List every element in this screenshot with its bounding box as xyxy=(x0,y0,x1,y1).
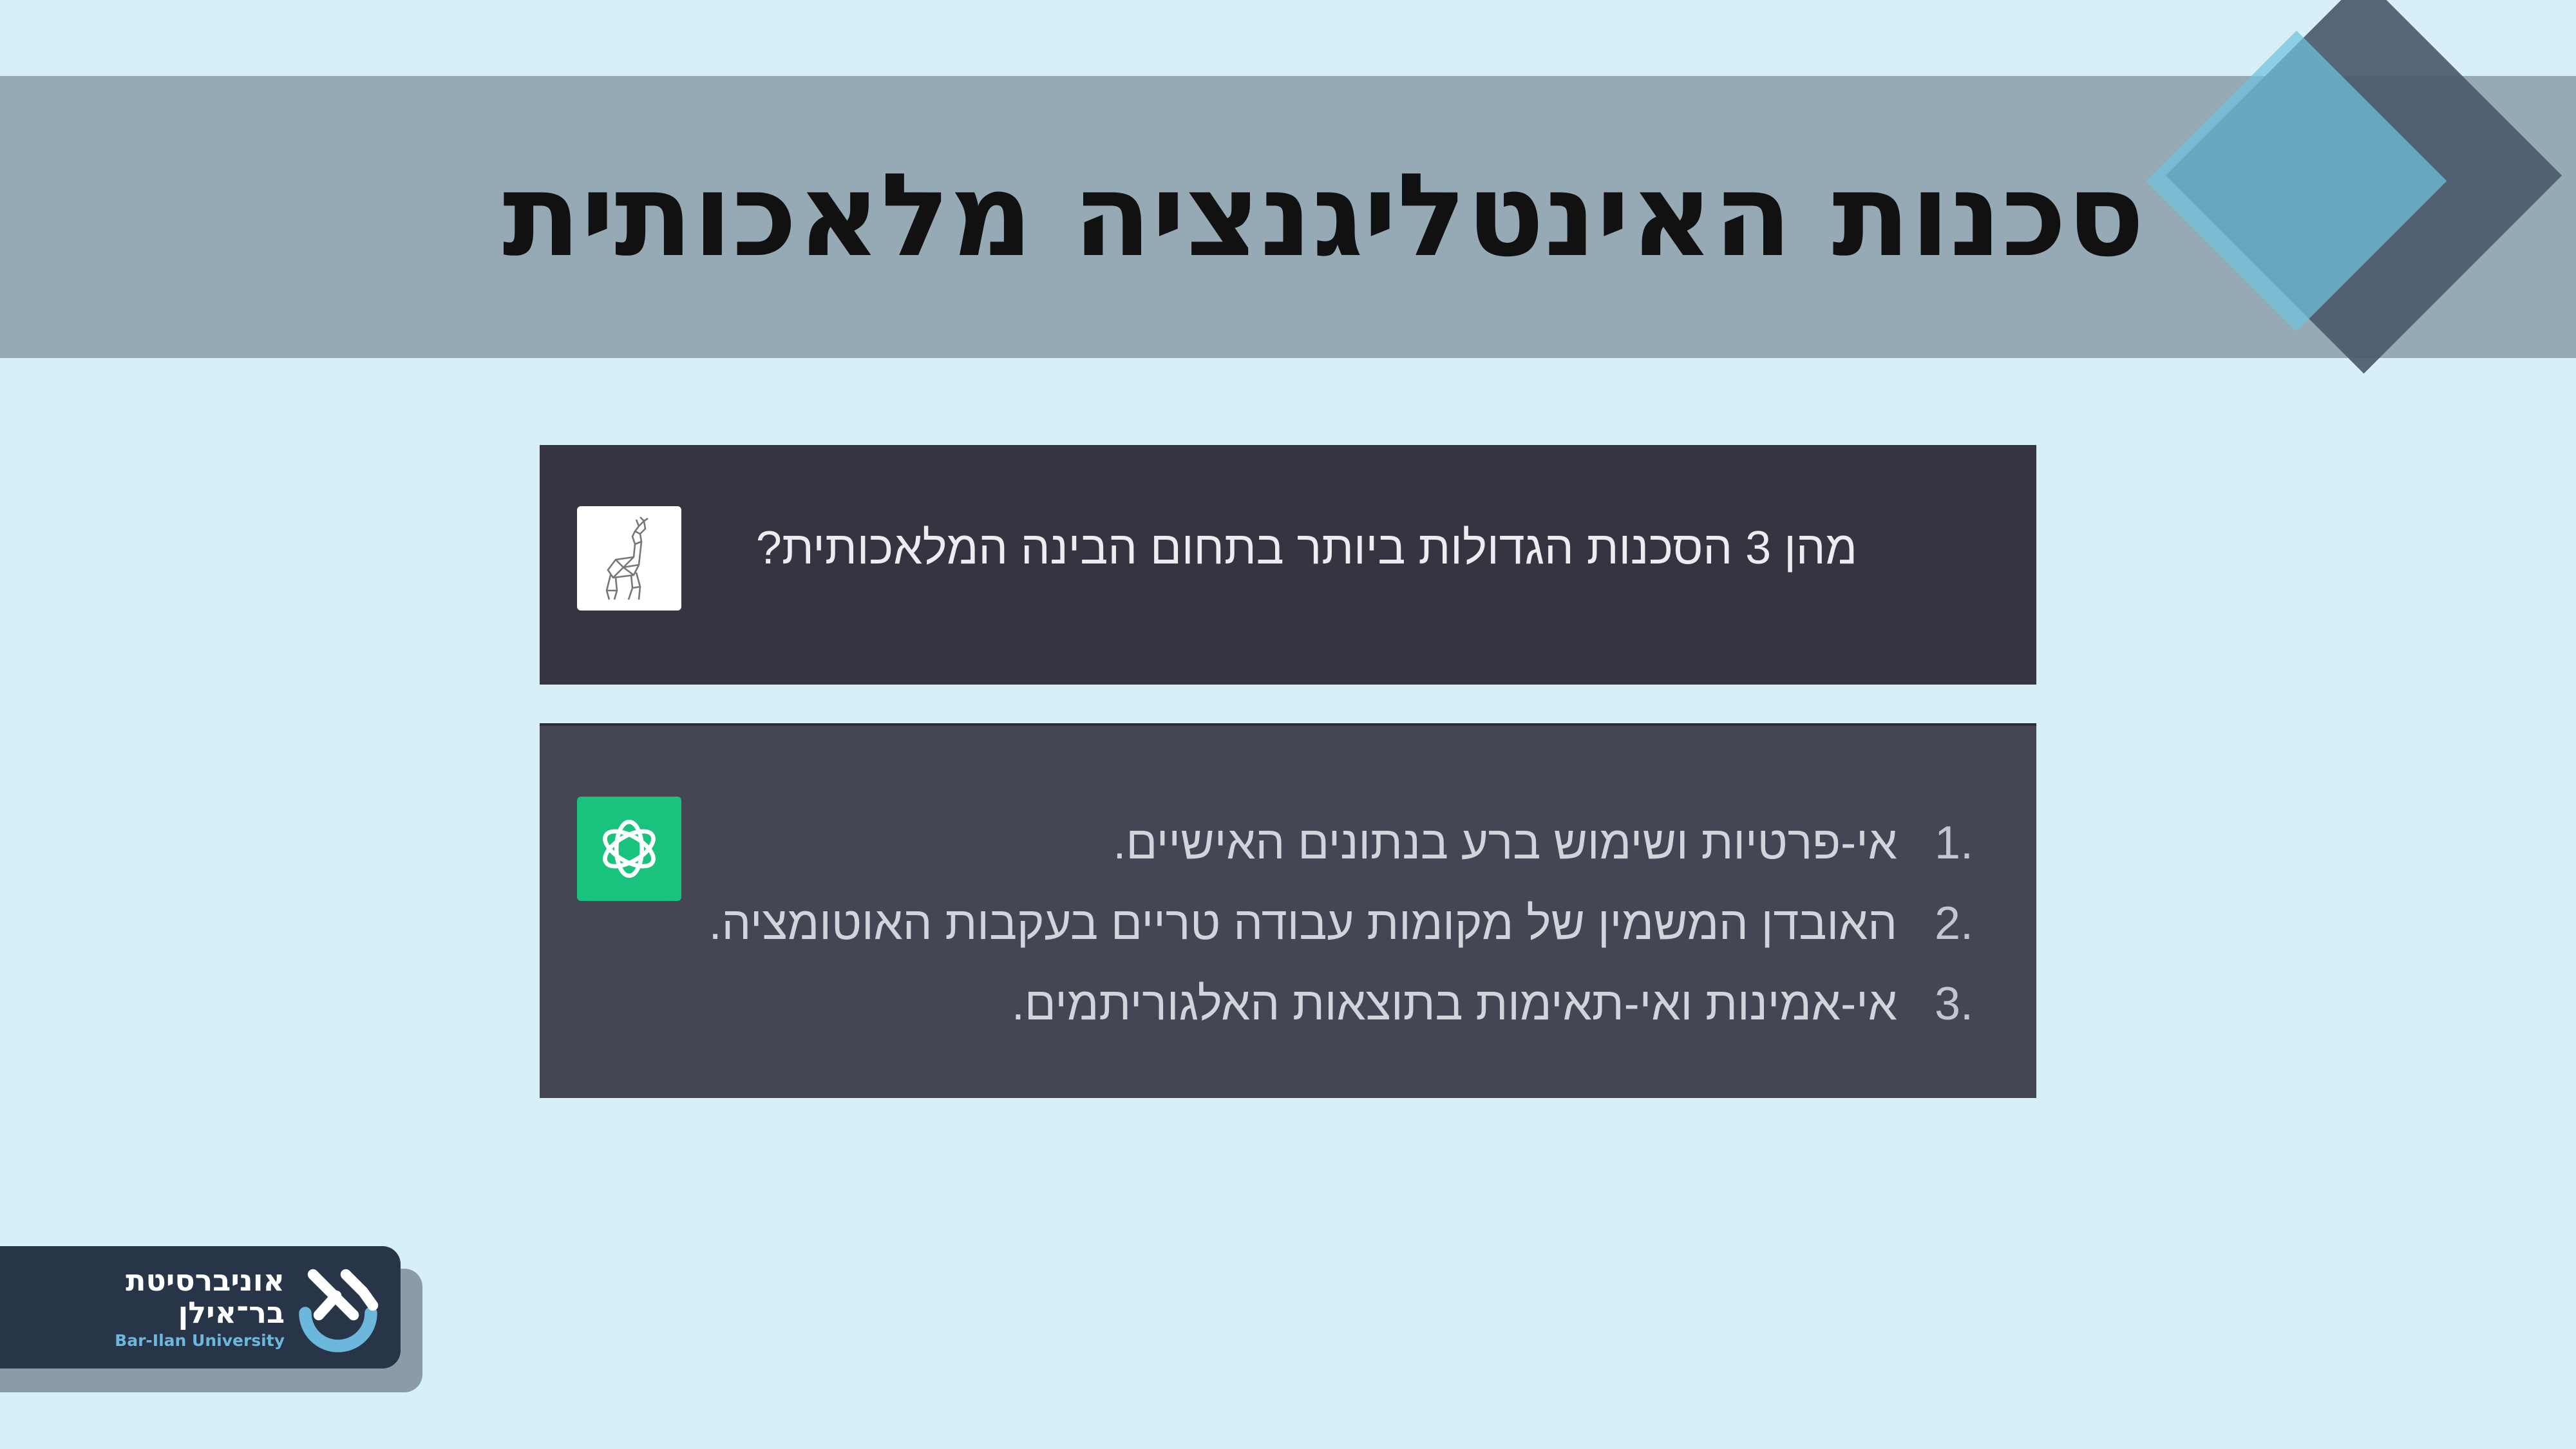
logo-name-line1: אוניברסיטת xyxy=(126,1263,285,1298)
logo-name-line2: בר־אילן xyxy=(178,1295,285,1330)
bar-ilan-logo: אוניברסיטת בר־אילן Bar-Ilan University xyxy=(0,1246,401,1368)
answer-item-text: אי-פרטיות ושימוש ברע בנתונים האישיים. xyxy=(1113,817,1897,869)
answer-item: האובדן המשמין של מקומות עבודה טריים בעקב… xyxy=(709,884,1973,964)
answer-item-number: 1. xyxy=(1934,817,1973,869)
question-text: מהן 3 הסכנות הגדולות ביותר בתחום הבינה ה… xyxy=(755,522,1857,574)
answer-item: אי-פרטיות ושימוש ברע בנתונים האישיים. 1. xyxy=(709,803,1973,884)
answer-item-text: אי-אמינות ואי-תאימות בתוצאות האלגוריתמים… xyxy=(1011,978,1897,1030)
slide-title: סכנות האינטליגנציה מלאכותית xyxy=(502,149,2145,282)
logo-text: אוניברסיטת בר־אילן Bar-Ilan University xyxy=(115,1264,285,1353)
answer-item-text: האובדן המשמין של מקומות עבודה טריים בעקב… xyxy=(708,898,1897,949)
deer-avatar-icon xyxy=(577,506,681,611)
answer-list: אי-פרטיות ושימוש ברע בנתונים האישיים. 1.… xyxy=(709,803,1973,1045)
bar-ilan-emblem-icon xyxy=(299,1269,379,1352)
logo-english-name: Bar-Ilan University xyxy=(115,1331,285,1350)
assistant-message: אי-פרטיות ושימוש ברע בנתונים האישיים. 1.… xyxy=(540,723,2036,1098)
chatgpt-logo-icon xyxy=(577,797,681,901)
answer-item: אי-אמינות ואי-תאימות בתוצאות האלגוריתמים… xyxy=(709,964,1973,1045)
answer-item-number: 3. xyxy=(1934,978,1973,1030)
answer-item-number: 2. xyxy=(1934,898,1973,949)
user-message: מהן 3 הסכנות הגדולות ביותר בתחום הבינה ה… xyxy=(540,445,2036,685)
